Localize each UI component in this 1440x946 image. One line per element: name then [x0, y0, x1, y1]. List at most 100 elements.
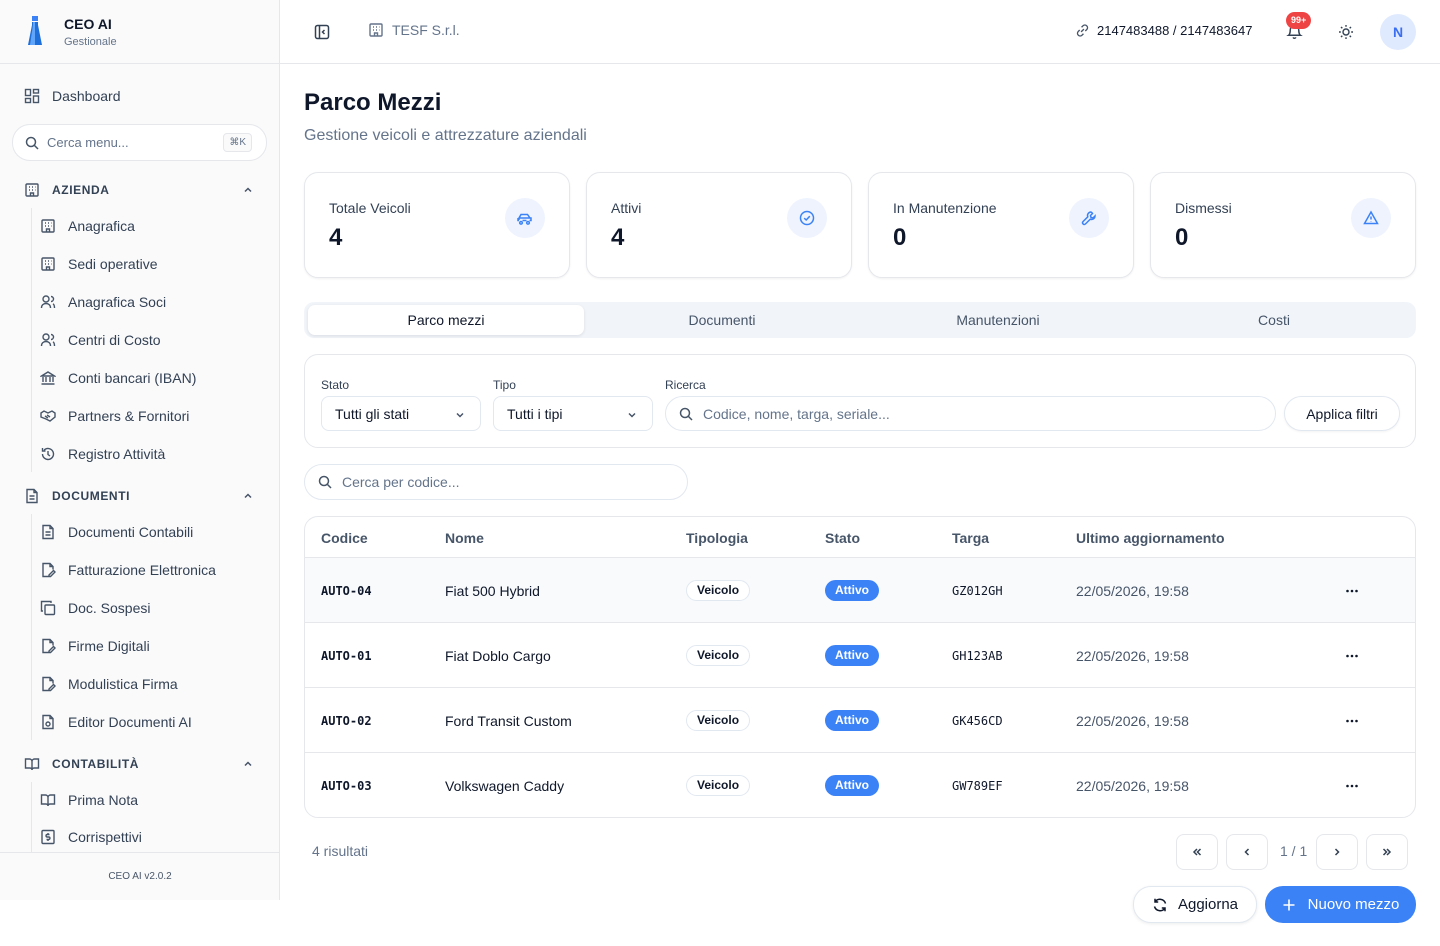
chevrons-left-icon: [1192, 848, 1202, 856]
sidebar-item-registro-attivita[interactable]: Registro Attività: [40, 439, 268, 469]
stat-label: Totale Veicoli: [329, 200, 411, 216]
sidebar-item-modulistica-firma[interactable]: Modulistica Firma: [40, 669, 268, 699]
tab-bar: Parco mezzi Documenti Manutenzioni Costi: [304, 302, 1416, 338]
cell-targa: GW789EF: [952, 778, 1003, 793]
row-actions-button[interactable]: [1345, 753, 1359, 817]
tab-costi[interactable]: Costi: [1136, 305, 1412, 335]
prev-page-button[interactable]: [1226, 834, 1268, 870]
brand[interactable]: CEO AI Gestionale: [0, 0, 279, 64]
stat-value: 0: [893, 224, 907, 251]
app-version: CEO AI v2.0.2: [0, 852, 280, 900]
more-horizontal-icon: [1346, 654, 1358, 657]
column-header-targa[interactable]: Targa: [952, 530, 989, 546]
brand-title: CEO AI: [64, 15, 112, 32]
cell-tipologia: Veicolo: [686, 623, 751, 688]
sidebar-item-firme-digitali[interactable]: Firme Digitali: [40, 631, 268, 661]
company-selector[interactable]: TESF S.r.l.: [368, 22, 460, 38]
stat-label: Dismessi: [1175, 200, 1232, 216]
sidebar-item-prima-nota[interactable]: Prima Nota: [40, 785, 268, 815]
more-horizontal-icon: [1346, 784, 1358, 787]
cell-codice: AUTO-01: [321, 648, 372, 663]
sidebar-item-label: Centri di Costo: [68, 332, 161, 348]
code-search-input[interactable]: Cerca per codice...: [304, 464, 688, 500]
sidebar-item-partners-fornitori[interactable]: Partners & Fornitori: [40, 401, 268, 431]
last-page-button[interactable]: [1366, 834, 1408, 870]
section-divider: [31, 208, 32, 472]
section-documenti[interactable]: DOCUMENTI: [12, 482, 268, 510]
sidebar-toggle-button[interactable]: [314, 24, 330, 40]
next-page-button[interactable]: [1316, 834, 1358, 870]
stat-card-attivi: Attivi 4: [586, 172, 852, 278]
sidebar-item-corrispettivi[interactable]: Corrispettivi: [40, 823, 268, 851]
column-header-tipologia[interactable]: Tipologia: [686, 530, 748, 546]
table-row[interactable]: AUTO-01 Fiat Doblo Cargo Veicolo Attivo …: [305, 623, 1415, 688]
section-divider: [31, 782, 32, 852]
cell-stato: Attivo: [825, 623, 879, 688]
chevron-up-icon[interactable]: [242, 758, 254, 770]
user-avatar[interactable]: N: [1380, 14, 1416, 50]
bank-icon: [40, 371, 56, 385]
alert-triangle-icon: [1351, 198, 1391, 238]
row-actions-button[interactable]: [1345, 688, 1359, 753]
refresh-button[interactable]: Aggiorna: [1133, 886, 1257, 923]
column-header-codice[interactable]: Codice: [321, 530, 368, 546]
cell-codice: AUTO-02: [321, 713, 372, 728]
connection-ids[interactable]: 2147483488 / 2147483647: [1075, 23, 1252, 38]
sidebar-item-centri-di-costo[interactable]: Centri di Costo: [40, 325, 268, 355]
column-header-nome[interactable]: Nome: [445, 530, 484, 546]
tab-documenti[interactable]: Documenti: [584, 305, 860, 335]
tipologia-badge: Veicolo: [686, 710, 751, 731]
stato-select[interactable]: Tutti gli stati: [321, 396, 481, 431]
brand-subtitle: Gestionale: [64, 35, 117, 48]
sidebar-item-conti-bancari[interactable]: Conti bancari (IBAN): [40, 363, 268, 393]
car-icon: [505, 198, 545, 238]
first-page-button[interactable]: [1176, 834, 1218, 870]
sidebar-item-doc-sospesi[interactable]: Doc. Sospesi: [40, 593, 268, 623]
chevron-right-icon: [1334, 848, 1340, 856]
tipologia-badge: Veicolo: [686, 775, 751, 796]
table-row[interactable]: AUTO-04 Fiat 500 Hybrid Veicolo Attivo G…: [305, 558, 1415, 623]
copy-icon: [40, 600, 56, 616]
cell-tipologia: Veicolo: [686, 753, 751, 817]
table-row[interactable]: AUTO-02 Ford Transit Custom Veicolo Atti…: [305, 688, 1415, 753]
sidebar-item-fatturazione-elettronica[interactable]: Fatturazione Elettronica: [40, 555, 268, 585]
theme-toggle-button[interactable]: [1338, 24, 1354, 40]
cell-aggiornamento: 22/05/2026, 19:58: [1076, 582, 1189, 599]
column-header-ultimo-aggiornamento[interactable]: Ultimo aggiornamento: [1076, 530, 1225, 546]
cell-aggiornamento: 22/05/2026, 19:58: [1076, 777, 1189, 794]
chevron-up-icon[interactable]: [242, 184, 254, 196]
sidebar-item-label: Anagrafica Soci: [68, 294, 167, 310]
sidebar-item-anagrafica[interactable]: Anagrafica: [40, 211, 268, 241]
section-azienda[interactable]: AZIENDA: [12, 176, 268, 204]
chevron-up-icon[interactable]: [242, 490, 254, 502]
apply-filters-button[interactable]: Applica filtri: [1284, 396, 1400, 431]
building-icon: [25, 183, 39, 197]
more-horizontal-icon: [1346, 589, 1358, 592]
results-count: 4 risultati: [312, 843, 369, 859]
status-badge: Attivo: [825, 645, 879, 666]
menu-search-input[interactable]: Cerca menu... ⌘K: [12, 124, 267, 161]
column-header-stato[interactable]: Stato: [825, 530, 860, 546]
sidebar-item-sedi-operative[interactable]: Sedi operative: [40, 249, 268, 279]
file-signature-icon: [42, 676, 56, 692]
cell-stato: Attivo: [825, 688, 879, 753]
row-actions-button[interactable]: [1345, 558, 1359, 623]
ricerca-input[interactable]: Codice, nome, targa, seriale...: [665, 396, 1276, 431]
sidebar-item-dashboard[interactable]: Dashboard: [12, 80, 268, 112]
tab-parco-mezzi[interactable]: Parco mezzi: [308, 305, 584, 335]
refresh-icon: [1153, 898, 1167, 911]
shortcut-badge: ⌘K: [223, 133, 252, 152]
section-contabilita[interactable]: CONTABILITÀ: [12, 750, 268, 778]
chevrons-right-icon: [1382, 848, 1392, 856]
sidebar-item-editor-documenti-ai[interactable]: Editor Documenti AI: [40, 707, 268, 737]
receipt-icon: [41, 829, 55, 845]
row-actions-button[interactable]: [1345, 623, 1359, 688]
sidebar-item-label: Partners & Fornitori: [68, 408, 190, 424]
sidebar-item-label: Modulistica Firma: [68, 676, 178, 692]
new-vehicle-button[interactable]: Nuovo mezzo: [1265, 886, 1416, 923]
table-row[interactable]: AUTO-03 Volkswagen Caddy Veicolo Attivo …: [305, 753, 1415, 817]
sidebar-item-anagrafica-soci[interactable]: Anagrafica Soci: [40, 287, 268, 317]
tipo-select[interactable]: Tutti i tipi: [493, 396, 653, 431]
tab-manutenzioni[interactable]: Manutenzioni: [860, 305, 1136, 335]
sidebar-item-documenti-contabili[interactable]: Documenti Contabili: [40, 517, 268, 547]
